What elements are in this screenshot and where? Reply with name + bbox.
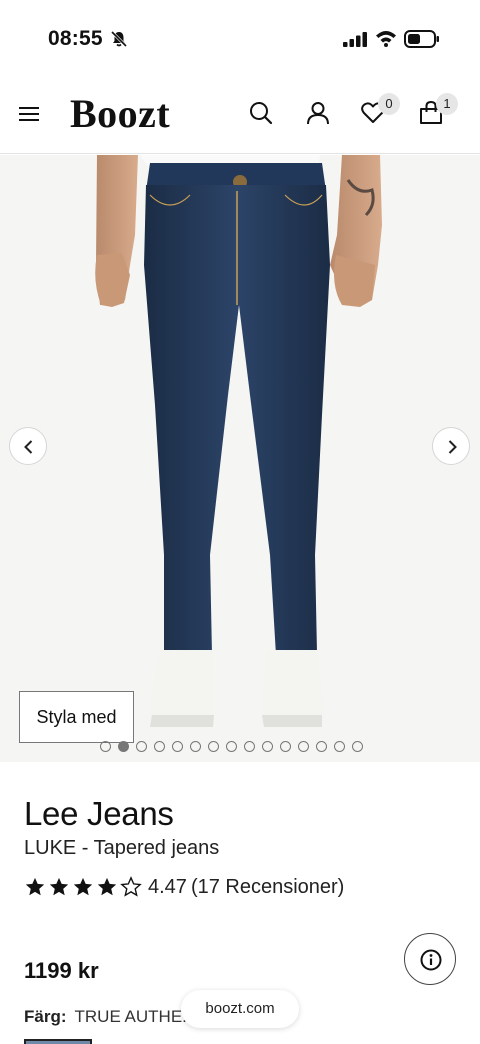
signal-icon <box>343 32 367 47</box>
rating-value: 4.47 <box>148 875 187 898</box>
style-with-button[interactable]: Styla med <box>19 691 134 743</box>
status-bar: 08:55 <box>0 0 480 78</box>
star-icon <box>73 877 93 896</box>
rating-stars <box>24 876 144 898</box>
status-time: 08:55 <box>48 27 103 50</box>
color-row: Färg: TRUE AUTHE... <box>24 1007 196 1027</box>
info-icon <box>420 949 442 971</box>
wifi-icon <box>376 31 396 47</box>
gallery-dot[interactable] <box>226 741 237 752</box>
star-icon <box>120 876 142 897</box>
gallery-dot[interactable] <box>280 741 291 752</box>
gallery-dot[interactable] <box>172 741 183 752</box>
bag-count-badge: 1 <box>436 93 458 115</box>
star-icon <box>97 877 117 896</box>
bell-slash-icon <box>110 30 128 48</box>
product-gallery[interactable]: Styla med <box>0 155 480 762</box>
account-icon[interactable] <box>305 100 331 126</box>
browser-url-pill[interactable]: boozt.com <box>181 990 299 1028</box>
wishlist-count-badge: 0 <box>378 93 400 115</box>
gallery-dot[interactable] <box>298 741 309 752</box>
gallery-dot[interactable] <box>136 741 147 752</box>
star-icon <box>49 877 69 896</box>
gallery-dot[interactable] <box>316 741 327 752</box>
gallery-next-button[interactable] <box>432 427 470 465</box>
product-rating[interactable]: 4.47 (17 Recensioner) <box>24 874 344 900</box>
battery-icon <box>404 30 439 48</box>
gallery-dot[interactable] <box>334 741 345 752</box>
gallery-prev-button[interactable] <box>9 427 47 465</box>
product-name: LUKE - Tapered jeans <box>24 837 220 859</box>
chevron-left-icon <box>24 440 33 454</box>
product-price: 1199 kr <box>24 958 99 983</box>
brand-logo[interactable]: Boozt <box>70 90 170 137</box>
product-brand[interactable]: Lee Jeans <box>24 795 174 833</box>
gallery-dot[interactable] <box>118 741 129 752</box>
gallery-dot[interactable] <box>352 741 363 752</box>
gallery-dot[interactable] <box>262 741 273 752</box>
gallery-dot[interactable] <box>208 741 219 752</box>
gallery-dot[interactable] <box>100 741 111 752</box>
info-button[interactable] <box>404 933 456 985</box>
gallery-dot[interactable] <box>244 741 255 752</box>
color-value: TRUE AUTHE... <box>74 1007 197 1026</box>
review-count-link[interactable]: (17 Recensioner) <box>191 876 344 899</box>
chevron-right-icon <box>448 440 457 454</box>
gallery-dot[interactable] <box>190 741 201 752</box>
star-icon <box>25 877 45 896</box>
color-swatch[interactable] <box>24 1039 92 1044</box>
product-image[interactable] <box>0 155 480 762</box>
search-icon[interactable] <box>248 100 274 126</box>
gallery-dot[interactable] <box>154 741 165 752</box>
menu-icon[interactable] <box>18 103 40 125</box>
site-header: Boozt 0 1 <box>0 78 480 154</box>
color-label: Färg: <box>24 1007 67 1026</box>
gallery-pagination <box>100 741 363 753</box>
